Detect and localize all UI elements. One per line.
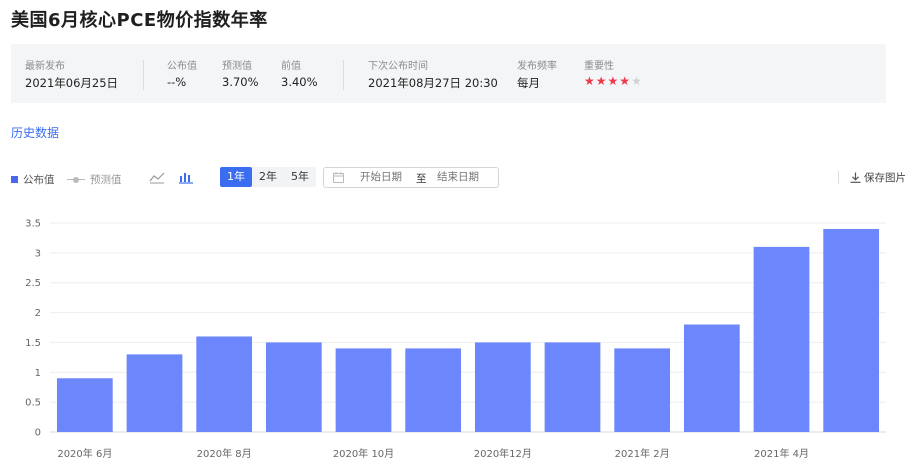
chart-bars (56, 228, 880, 432)
next-release-value: 2021年08月27日 20:30 (368, 76, 498, 90)
legend-forecast[interactable]: 预测值 (67, 172, 122, 187)
bar[interactable] (405, 348, 462, 432)
divider (838, 171, 839, 184)
info-panel: 最新发布 2021年06月25日 公布值 --% 预测值 3.70% 前值 3.… (11, 44, 886, 103)
published-value: --% (167, 75, 187, 89)
legend-published-label: 公布值 (23, 174, 55, 186)
y-tick-label: 2.5 (25, 278, 41, 289)
star-icon: ★ (584, 74, 596, 88)
date-range-picker: 至 (323, 167, 499, 188)
latest-release-label: 最新发布 (25, 61, 65, 72)
range-selector: 1年 2年 5年 (220, 167, 316, 187)
history-section-title[interactable]: 历史数据 (11, 124, 59, 141)
x-tick-label: 2020年 8月 (197, 447, 252, 460)
line-chart-icon[interactable] (149, 170, 165, 184)
x-axis-ticks: 2020年 6月 2020年 8月 2020年 10月 2020年12月 2021年 2… (57, 447, 809, 460)
latest-release-value: 2021年06月25日 (25, 76, 119, 90)
download-icon (850, 172, 861, 183)
bar[interactable] (683, 324, 740, 432)
bar[interactable] (196, 336, 253, 432)
range-1y-button[interactable]: 1年 (220, 167, 252, 187)
save-image-label: 保存图片 (864, 172, 906, 184)
divider (143, 60, 144, 90)
legend-forecast-label: 预测值 (90, 174, 122, 186)
previous-label: 前值 (281, 61, 301, 72)
end-date-input[interactable] (437, 171, 487, 183)
y-tick-label: 0 (35, 428, 41, 439)
bar[interactable] (753, 246, 810, 432)
x-tick-label: 2020年 10月 (333, 447, 394, 460)
previous-value: 3.40% (281, 75, 318, 89)
bar[interactable] (335, 348, 392, 432)
y-tick-label: 3 (35, 248, 41, 259)
save-image-button[interactable]: 保存图片 (850, 170, 906, 185)
bar[interactable] (265, 342, 322, 432)
y-axis-ticks: 0 0.5 1 1.5 2 2.5 3 3.5 (25, 219, 41, 439)
importance-label: 重要性 (584, 61, 614, 72)
y-tick-label: 2 (35, 308, 41, 319)
bar[interactable] (823, 228, 880, 432)
y-tick-label: 1.5 (25, 338, 41, 349)
bar[interactable] (126, 354, 183, 432)
star-icon: ★ (595, 74, 608, 88)
range-2y-button[interactable]: 2年 (252, 167, 284, 187)
x-tick-label: 2021年 4月 (754, 447, 809, 460)
page-title: 美国6月核心PCE物价指数年率 (11, 10, 268, 31)
bar-chart-icon[interactable] (178, 170, 194, 184)
bar[interactable] (544, 342, 601, 432)
bar[interactable] (614, 348, 671, 432)
next-release-label: 下次公布时间 (368, 61, 428, 72)
forecast-value: 3.70% (222, 75, 259, 89)
start-date-input[interactable] (360, 171, 410, 183)
bar[interactable] (56, 378, 113, 432)
published-label: 公布值 (167, 61, 197, 72)
bar[interactable] (474, 342, 531, 432)
divider (343, 60, 344, 90)
y-tick-label: 1 (35, 368, 41, 379)
star-icon: ★ (607, 74, 620, 88)
calendar-icon (333, 172, 344, 183)
range-5y-button[interactable]: 5年 (284, 167, 316, 187)
y-tick-label: 3.5 (25, 219, 41, 230)
legend-line-dot-icon (67, 176, 85, 184)
chart-toolbar: 公布值 预测值 1年 2年 5年 至 (0, 166, 911, 190)
frequency-value: 每月 (517, 76, 540, 90)
x-tick-label: 2020年12月 (474, 447, 532, 460)
date-separator: 至 (416, 173, 427, 185)
forecast-label: 预测值 (222, 61, 252, 72)
y-tick-label: 0.5 (25, 398, 41, 409)
star-icon: ★ (631, 74, 643, 88)
frequency-label: 发布频率 (517, 61, 557, 72)
legend-published[interactable]: 公布值 (11, 172, 55, 187)
star-icon: ★ (619, 74, 632, 88)
bar-chart: 00.511.522.533.5 金十数据 2020年 6月2020年 8月20… (25, 219, 886, 460)
x-tick-label: 2020年 6月 (57, 447, 112, 460)
x-tick-label: 2021年 2月 (615, 447, 670, 460)
importance-stars: ★★★★★ (584, 74, 643, 88)
legend-square-icon (11, 176, 18, 183)
